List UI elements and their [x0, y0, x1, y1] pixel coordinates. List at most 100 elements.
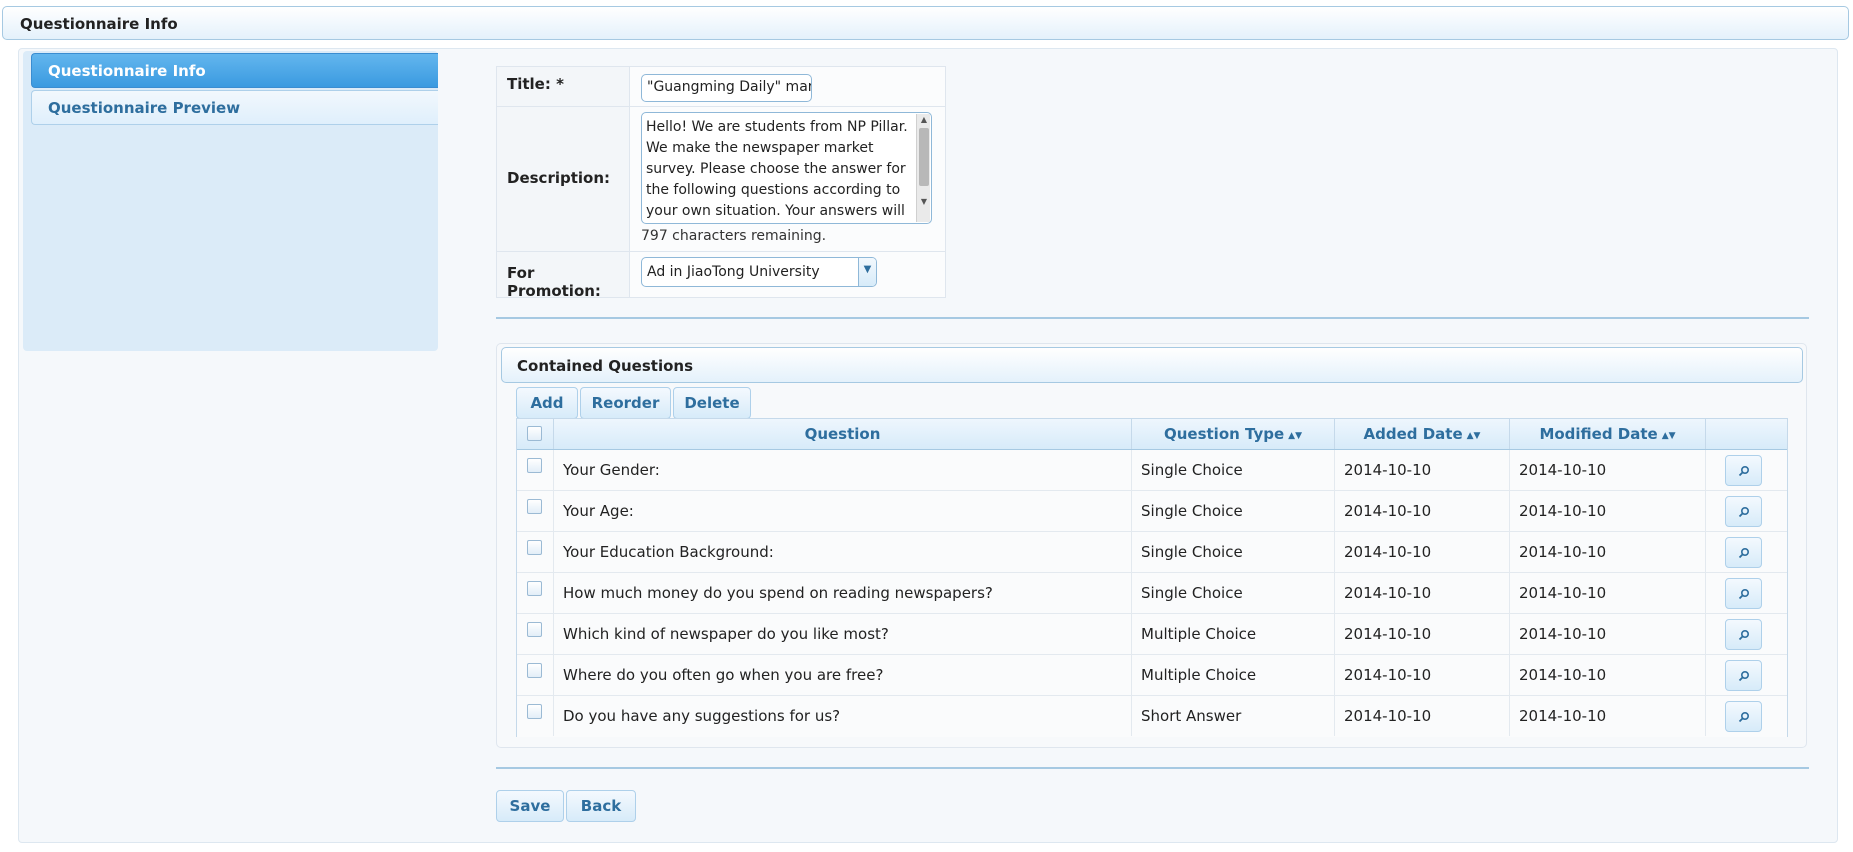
page-header: Questionnaire Info: [2, 6, 1849, 40]
scroll-up-icon[interactable]: ▲: [917, 114, 931, 126]
description-label: Description:: [497, 107, 630, 251]
description-scrollbar[interactable]: ▲ ▼: [916, 114, 930, 222]
question-cell: Your Gender:: [554, 450, 1132, 490]
search-icon: [1738, 588, 1750, 600]
view-question-button[interactable]: [1725, 496, 1762, 527]
row-actions-cell: [1706, 532, 1787, 572]
table-row[interactable]: Where do you often go when you are free?…: [517, 655, 1787, 696]
description-row: Description: Hello! We are students from…: [497, 107, 945, 252]
sort-icon: ▲▼: [1288, 431, 1303, 441]
question-type-cell: Single Choice: [1132, 491, 1335, 531]
sidebar-item-questionnaire-info[interactable]: Questionnaire Info: [31, 53, 438, 88]
added-date-cell: 2014-10-10: [1335, 491, 1510, 531]
section-divider: [496, 317, 1809, 319]
added-date-cell: 2014-10-10: [1335, 532, 1510, 572]
row-actions-cell: [1706, 450, 1787, 490]
add-button[interactable]: Add: [516, 387, 578, 419]
table-row[interactable]: Do you have any suggestions for us? Short…: [517, 696, 1787, 737]
page-title: Questionnaire Info: [20, 15, 178, 33]
row-checkbox[interactable]: [527, 663, 542, 678]
sidebar-item-label: Questionnaire Info: [48, 62, 206, 80]
scroll-down-icon[interactable]: ▼: [917, 196, 931, 208]
question-cell: Your Age:: [554, 491, 1132, 531]
view-question-button[interactable]: [1725, 455, 1762, 486]
question-cell: Do you have any suggestions for us?: [554, 696, 1132, 736]
back-button[interactable]: Back: [566, 790, 636, 822]
question-type-cell: Short Answer: [1132, 696, 1335, 736]
table-row[interactable]: Which kind of newspaper do you like most…: [517, 614, 1787, 655]
reorder-button[interactable]: Reorder: [580, 387, 671, 419]
row-checkbox[interactable]: [527, 458, 542, 473]
modified-date-cell: 2014-10-10: [1510, 573, 1706, 613]
question-type-cell: Multiple Choice: [1132, 614, 1335, 654]
row-checkbox[interactable]: [527, 581, 542, 596]
added-date-cell: 2014-10-10: [1335, 573, 1510, 613]
promotion-select[interactable]: Ad in JiaoTong University ▼: [641, 257, 877, 287]
added-date-cell: 2014-10-10: [1335, 655, 1510, 695]
row-checkbox[interactable]: [527, 622, 542, 637]
table-header: Question Question Type ▲▼ Added Date ▲▼ Mo…: [517, 419, 1787, 450]
sidebar-item-label: Questionnaire Preview: [48, 99, 241, 117]
select-all-cell: [517, 419, 554, 449]
delete-button[interactable]: Delete: [673, 387, 751, 419]
view-question-button[interactable]: [1725, 619, 1762, 650]
column-actions: [1706, 419, 1787, 449]
question-type-cell: Single Choice: [1132, 450, 1335, 490]
modified-date-cell: 2014-10-10: [1510, 655, 1706, 695]
save-button[interactable]: Save: [496, 790, 564, 822]
table-row[interactable]: Your Education Background: Single Choice 2…: [517, 532, 1787, 573]
title-input[interactable]: "Guangming Daily" market survey: [641, 74, 812, 102]
search-icon: [1738, 547, 1750, 559]
column-modified-date[interactable]: Modified Date ▲▼: [1510, 419, 1706, 449]
search-icon: [1738, 465, 1750, 477]
contained-questions-header: Contained Questions: [501, 347, 1803, 383]
question-cell: Your Education Background:: [554, 532, 1132, 572]
row-actions-cell: [1706, 614, 1787, 654]
table-body: Your Gender: Single Choice 2014-10-10 2014-…: [517, 450, 1787, 737]
chevron-down-icon[interactable]: ▼: [858, 258, 876, 286]
question-cell: Which kind of newspaper do you like most…: [554, 614, 1132, 654]
row-select-cell: [517, 655, 554, 695]
sidebar: Questionnaire Info Questionnaire Preview: [23, 51, 438, 351]
row-actions-cell: [1706, 491, 1787, 531]
row-select-cell: [517, 696, 554, 736]
row-select-cell: [517, 491, 554, 531]
search-icon: [1738, 629, 1750, 641]
scroll-thumb[interactable]: [919, 128, 929, 186]
column-question-type[interactable]: Question Type ▲▼: [1132, 419, 1335, 449]
column-question[interactable]: Question: [554, 419, 1132, 449]
title-label: Title: *: [497, 67, 630, 106]
row-select-cell: [517, 573, 554, 613]
modified-date-cell: 2014-10-10: [1510, 450, 1706, 490]
promotion-select-value: Ad in JiaoTong University: [647, 264, 820, 280]
description-textarea[interactable]: Hello! We are students from NP Pillar. W…: [641, 112, 932, 224]
sidebar-item-questionnaire-preview[interactable]: Questionnaire Preview: [31, 90, 438, 125]
row-checkbox[interactable]: [527, 540, 542, 555]
question-cell: How much money do you spend on reading n…: [554, 573, 1132, 613]
table-row[interactable]: Your Age: Single Choice 2014-10-10 2014-10-…: [517, 491, 1787, 532]
title-row: Title: * "Guangming Daily" market survey: [497, 67, 945, 107]
table-row[interactable]: Your Gender: Single Choice 2014-10-10 2014-…: [517, 450, 1787, 491]
view-question-button[interactable]: [1725, 537, 1762, 568]
search-icon: [1738, 506, 1750, 518]
view-question-button[interactable]: [1725, 578, 1762, 609]
question-cell: Where do you often go when you are free?: [554, 655, 1132, 695]
question-type-cell: Multiple Choice: [1132, 655, 1335, 695]
search-icon: [1738, 711, 1750, 723]
row-checkbox[interactable]: [527, 499, 542, 514]
row-checkbox[interactable]: [527, 704, 542, 719]
questions-table: Question Question Type ▲▼ Added Date ▲▼ Mo…: [516, 418, 1788, 737]
select-all-checkbox[interactable]: [527, 426, 542, 441]
added-date-cell: 2014-10-10: [1335, 696, 1510, 736]
view-question-button[interactable]: [1725, 660, 1762, 691]
added-date-cell: 2014-10-10: [1335, 450, 1510, 490]
modified-date-cell: 2014-10-10: [1510, 491, 1706, 531]
column-added-date[interactable]: Added Date ▲▼: [1335, 419, 1510, 449]
row-select-cell: [517, 614, 554, 654]
table-row[interactable]: How much money do you spend on reading n…: [517, 573, 1787, 614]
promotion-row: For Promotion: Ad in JiaoTong University…: [497, 252, 945, 300]
search-icon: [1738, 670, 1750, 682]
modified-date-cell: 2014-10-10: [1510, 532, 1706, 572]
view-question-button[interactable]: [1725, 701, 1762, 732]
modified-date-cell: 2014-10-10: [1510, 614, 1706, 654]
